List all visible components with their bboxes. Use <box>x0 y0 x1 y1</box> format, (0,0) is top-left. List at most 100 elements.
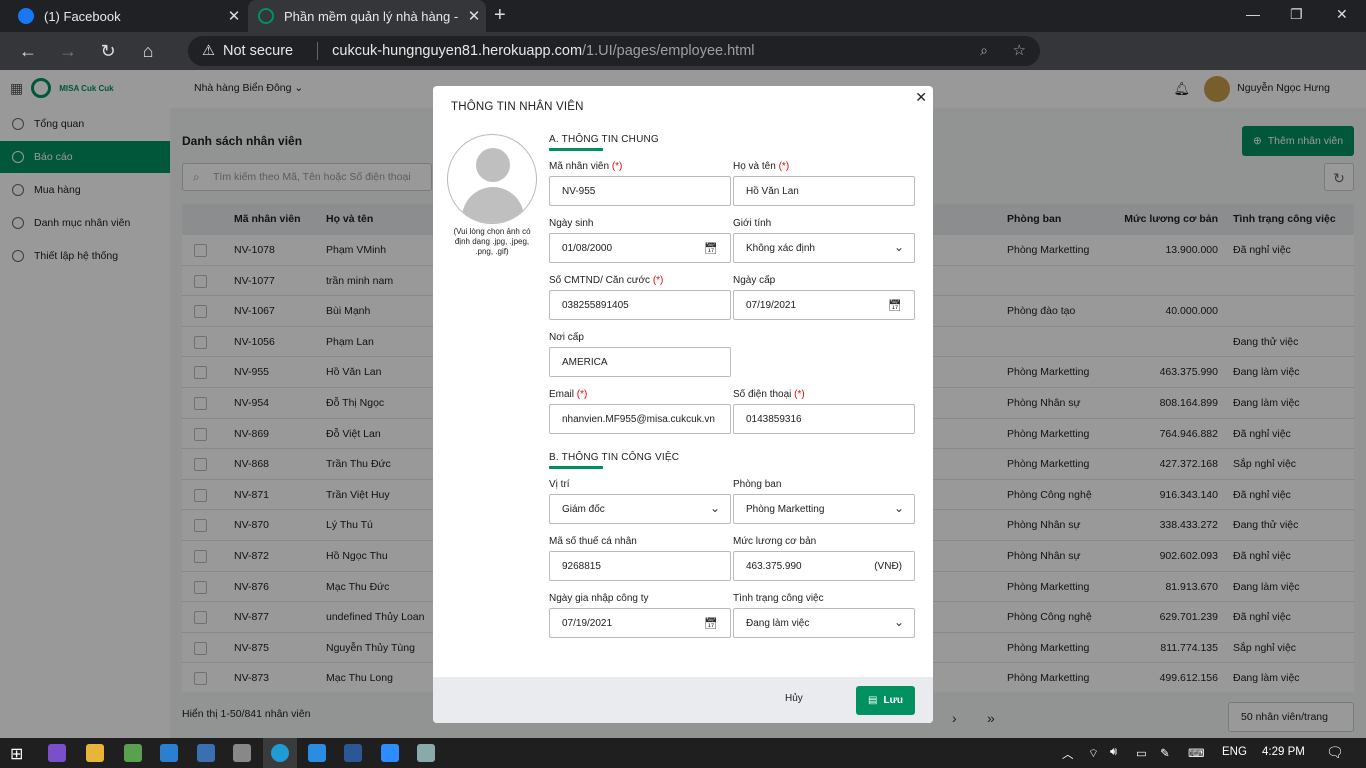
minimize-icon[interactable]: — <box>1246 6 1260 22</box>
zoom-icon[interactable] <box>381 744 399 762</box>
section-work-label: B. THÔNG TIN CÔNG VIỆC <box>549 452 680 463</box>
windows-taskbar: ⊞ ︿ ⌔ 🔊︎ ▭ ✎ ⌨ ENG 4:29 PM 🗨︎ <box>0 738 1366 768</box>
currency-unit: (VNĐ) <box>874 561 902 572</box>
gender-select[interactable]: Không xác định ⌄ <box>733 233 915 263</box>
file-explorer-icon[interactable] <box>86 744 104 762</box>
join-date-field[interactable]: 07/19/2021 📅︎ <box>549 608 731 638</box>
field-value: AMERICA <box>562 356 608 368</box>
field-value: Giám đốc <box>562 503 605 515</box>
fullname-field[interactable]: Hồ Văn Lan <box>733 176 915 206</box>
label-text: Số điện thoại <box>733 389 792 400</box>
tax-code-field[interactable]: 9268815 <box>549 551 731 581</box>
chevron-down-icon: ⌄ <box>893 240 904 254</box>
word-icon[interactable] <box>344 744 362 762</box>
language-indicator[interactable]: ENG <box>1222 746 1247 758</box>
required-mark: (*) <box>611 161 623 172</box>
tray-chevron-icon[interactable]: ︿ <box>1062 746 1074 762</box>
home-icon[interactable]: ⌂ <box>128 41 168 62</box>
label-salary: Mức lương cơ bản <box>733 536 817 547</box>
label-department: Phòng ban <box>733 479 782 490</box>
label-issue-date: Ngày cấp <box>733 275 776 286</box>
field-value: 07/19/2021 <box>562 617 613 629</box>
issue-place-field[interactable]: AMERICA <box>549 347 731 377</box>
label-fullname: Họ và tên (*) <box>733 161 789 172</box>
wifi-icon[interactable]: ⌔ <box>1088 746 1099 761</box>
section-underline <box>549 148 603 151</box>
app-icon[interactable] <box>417 744 435 762</box>
required-mark: (*) <box>794 389 805 400</box>
app-icon[interactable] <box>124 744 142 762</box>
field-value: 01/08/2000 <box>562 242 613 254</box>
close-tab-icon[interactable]: ✕ <box>222 7 246 25</box>
calendar-icon[interactable]: 📅︎ <box>704 617 718 630</box>
reload-icon[interactable]: ↻ <box>88 41 128 62</box>
field-value: NV-955 <box>562 185 596 197</box>
field-value: Phòng Marketting <box>746 503 825 515</box>
calendar-icon[interactable]: 📅︎ <box>888 299 902 312</box>
section-general-title: A. THÔNG TIN CHUNG <box>549 134 659 151</box>
facebook-icon <box>18 8 34 24</box>
vscode-icon[interactable] <box>308 744 326 762</box>
app-icon[interactable] <box>160 744 178 762</box>
clock[interactable]: 4:29 PM <box>1262 746 1305 758</box>
app-icon[interactable] <box>233 744 251 762</box>
phone-field[interactable]: 0143859316 <box>733 404 915 434</box>
forward-icon[interactable]: → <box>48 41 88 62</box>
dialog-footer: Hủy ▤ Lưu <box>433 677 933 723</box>
save-label: Lưu <box>883 695 903 706</box>
label-text: Email <box>549 389 575 400</box>
label-phone: Số điện thoại (*) <box>733 389 805 400</box>
employee-dialog: THÔNG TIN NHÂN VIÊN ✕ (Vui lòng chọn ảnh… <box>433 86 933 723</box>
maximize-icon[interactable]: ❐ <box>1290 6 1303 23</box>
tab-title: (1) Facebook <box>44 8 121 24</box>
field-value: 463.375.990 <box>746 560 802 572</box>
visual-studio-icon[interactable] <box>48 744 66 762</box>
browser-toolbar: ← → ↻ ⌂ ⚠ Not secure cukcuk-hungnguyen81… <box>0 32 1366 94</box>
security-label: Not secure <box>223 43 294 59</box>
save-button[interactable]: ▤ Lưu <box>856 686 915 715</box>
chevron-down-icon: ⌄ <box>709 501 720 515</box>
calendar-icon[interactable]: 📅︎ <box>704 242 718 255</box>
save-icon: ▤ <box>868 695 878 706</box>
pen-icon[interactable]: ✎ <box>1160 746 1170 760</box>
zoom-icon[interactable]: ⌕ <box>980 42 988 59</box>
close-icon[interactable]: ✕ <box>915 89 927 106</box>
chevron-down-icon: ⌄ <box>893 501 904 515</box>
dob-field[interactable]: 01/08/2000 📅︎ <box>549 233 731 263</box>
dialog-title: THÔNG TIN NHÂN VIÊN <box>451 101 584 113</box>
label-tax: Mã số thuế cá nhân <box>549 536 637 547</box>
edge-icon[interactable] <box>271 744 289 762</box>
section-work-title: B. THÔNG TIN CÔNG VIỆC <box>549 452 680 469</box>
tab-restaurant-app[interactable]: Phần mềm quản lý nhà hàng - C ✕ <box>248 0 486 32</box>
avatar-upload[interactable] <box>447 134 537 224</box>
battery-icon[interactable]: ▭ <box>1136 746 1147 760</box>
department-select[interactable]: Phòng Marketting ⌄ <box>733 494 915 524</box>
issue-date-field[interactable]: 07/19/2021 📅︎ <box>733 290 915 320</box>
label-code: Mã nhân viên (*) <box>549 161 622 172</box>
back-icon[interactable]: ← <box>8 41 48 62</box>
favorite-star-icon[interactable]: ☆ <box>1013 41 1026 59</box>
employee-code-field[interactable]: NV-955 <box>549 176 731 206</box>
label-text: Mã nhân viên <box>549 161 610 172</box>
app-icon[interactable] <box>197 744 215 762</box>
work-status-select[interactable]: Đang làm việc ⌄ <box>733 608 915 638</box>
site-icon <box>258 8 274 24</box>
tab-title: Phần mềm quản lý nhà hàng - C <box>284 8 462 24</box>
volume-icon[interactable]: 🔊︎ <box>1110 746 1117 759</box>
close-window-icon[interactable]: ✕ <box>1336 6 1348 23</box>
windows-start-icon[interactable]: ⊞ <box>10 744 28 763</box>
position-select[interactable]: Giám đốc ⌄ <box>549 494 731 524</box>
email-field[interactable]: nhanvien.MF955@misa.cukcuk.vn <box>549 404 731 434</box>
id-number-field[interactable]: 038255891405 <box>549 290 731 320</box>
tab-facebook[interactable]: (1) Facebook ✕ <box>0 0 246 32</box>
notification-icon[interactable]: 🗨︎ <box>1326 744 1344 761</box>
label-idnum: Số CMTND/ Căn cước (*) <box>549 275 663 286</box>
required-mark: (*) <box>576 389 588 400</box>
close-tab-icon[interactable]: ✕ <box>462 7 486 25</box>
warning-icon: ⚠ <box>202 43 215 59</box>
keyboard-icon[interactable]: ⌨ <box>1188 746 1205 760</box>
salary-field[interactable]: 463.375.990 (VNĐ) <box>733 551 915 581</box>
address-bar[interactable]: ⚠ Not secure cukcuk-hungnguyen81.herokua… <box>188 36 1040 66</box>
new-tab-icon[interactable]: + <box>494 4 506 27</box>
cancel-button[interactable]: Hủy <box>785 693 803 704</box>
